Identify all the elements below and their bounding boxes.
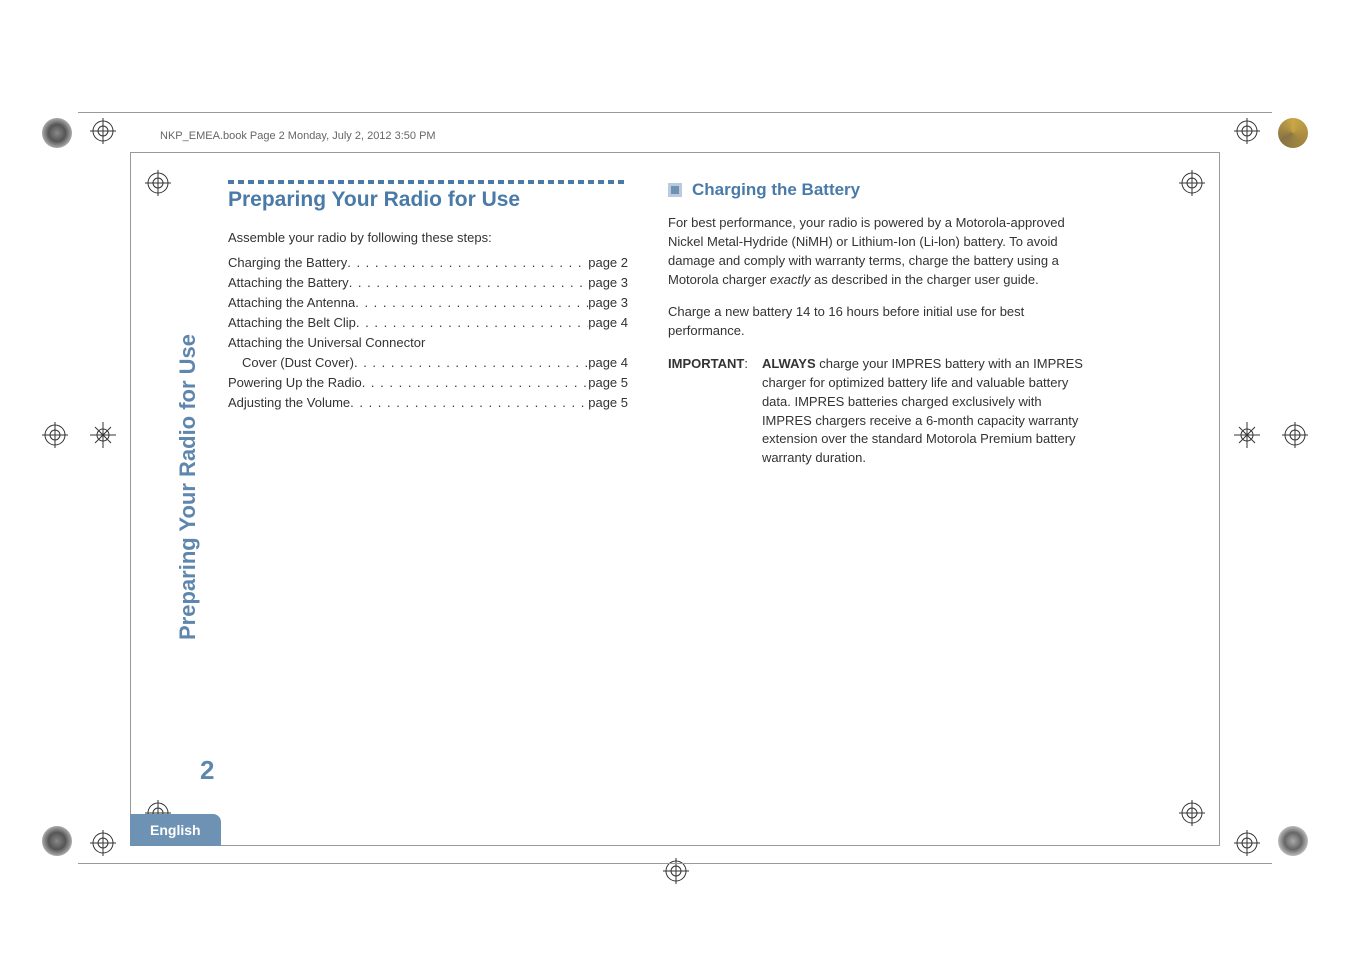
important-label-text: IMPORTANT <box>668 356 744 371</box>
toc-dots: . . . . . . . . . . . . . . . . . . . . … <box>355 295 588 310</box>
toc-row: Powering Up the Radio . . . . . . . . . … <box>228 375 628 390</box>
toc-row: Charging the Battery . . . . . . . . . .… <box>228 255 628 270</box>
important-block: IMPORTANT: ALWAYS charge your IMPRES bat… <box>668 355 1088 468</box>
registration-mark <box>1234 830 1260 856</box>
bottom-crop-line <box>78 863 1272 864</box>
toc-label: Powering Up the Radio <box>228 375 362 390</box>
registration-mark <box>90 118 116 144</box>
color-mark-bottom-right <box>1278 826 1308 856</box>
toc-page: page 5 <box>588 395 628 410</box>
text-emphasis: exactly <box>770 272 810 287</box>
registration-mark <box>42 422 68 448</box>
important-body: ALWAYS charge your IMPRES battery with a… <box>762 355 1088 468</box>
language-tab: English <box>130 814 221 846</box>
toc-dots: . . . . . . . . . . . . . . . . . . . . … <box>354 355 588 370</box>
registration-mark <box>663 858 689 884</box>
toc-page: page 3 <box>588 295 628 310</box>
registration-mark <box>90 422 116 448</box>
toc-label: Cover (Dust Cover) <box>242 355 354 370</box>
top-crop-line <box>78 112 1272 113</box>
subsection-header: Charging the Battery <box>668 180 1088 200</box>
color-mark-top-right <box>1278 118 1308 148</box>
toc-row: Attaching the Battery . . . . . . . . . … <box>228 275 628 290</box>
toc-dots: . . . . . . . . . . . . . . . . . . . . … <box>362 375 589 390</box>
toc-page: page 3 <box>588 275 628 290</box>
toc: Charging the Battery . . . . . . . . . .… <box>228 255 628 410</box>
toc-row: Adjusting the Volume . . . . . . . . . .… <box>228 395 628 410</box>
subsection-title: Charging the Battery <box>692 180 860 200</box>
page-number: 2 <box>200 755 214 786</box>
toc-page: page 4 <box>588 315 628 330</box>
toc-row: Attaching the Belt Clip . . . . . . . . … <box>228 315 628 330</box>
registration-mark <box>1282 422 1308 448</box>
registration-mark <box>1234 118 1260 144</box>
registration-mark <box>1234 422 1260 448</box>
right-column: Charging the Battery For best performanc… <box>668 180 1088 468</box>
color-mark-top-left <box>42 118 72 148</box>
intro-text: Assemble your radio by following these s… <box>228 230 628 245</box>
toc-label: Attaching the Battery <box>228 275 349 290</box>
body-paragraph-1: For best performance, your radio is powe… <box>668 214 1088 289</box>
toc-dots: . . . . . . . . . . . . . . . . . . . . … <box>349 275 589 290</box>
toc-page: page 5 <box>588 375 628 390</box>
toc-label: Attaching the Belt Clip <box>228 315 356 330</box>
toc-row: Attaching the Universal Connector <box>228 335 628 350</box>
section-title: Preparing Your Radio for Use <box>228 188 628 212</box>
toc-dots: . . . . . . . . . . . . . . . . . . . . … <box>356 315 588 330</box>
toc-row: Cover (Dust Cover) . . . . . . . . . . .… <box>228 355 628 370</box>
registration-mark <box>90 830 116 856</box>
running-head: NKP_EMEA.book Page 2 Monday, July 2, 201… <box>160 130 436 142</box>
important-colon: : <box>744 356 748 371</box>
title-rule <box>228 180 628 184</box>
text-span: as described in the charger user guide. <box>810 272 1038 287</box>
toc-label: Adjusting the Volume <box>228 395 350 410</box>
toc-dots: . . . . . . . . . . . . . . . . . . . . … <box>350 395 588 410</box>
toc-page: page 2 <box>588 255 628 270</box>
important-text: charge your IMPRES battery with an IMPRE… <box>762 356 1083 465</box>
important-emphasis: ALWAYS <box>762 356 816 371</box>
vertical-tab-label: Preparing Your Radio for Use <box>175 334 201 640</box>
color-mark-bottom-left <box>42 826 72 856</box>
content-area: Preparing Your Radio for Use Assemble yo… <box>228 180 1200 468</box>
toc-label: Charging the Battery <box>228 255 347 270</box>
toc-label: Attaching the Universal Connector <box>228 335 425 350</box>
toc-dots: . . . . . . . . . . . . . . . . . . . . … <box>347 255 588 270</box>
body-paragraph-2: Charge a new battery 14 to 16 hours befo… <box>668 303 1088 341</box>
important-label: IMPORTANT: <box>668 355 748 468</box>
toc-page: page 4 <box>588 355 628 370</box>
left-column: Preparing Your Radio for Use Assemble yo… <box>228 180 628 468</box>
toc-label: Attaching the Antenna <box>228 295 355 310</box>
toc-row: Attaching the Antenna . . . . . . . . . … <box>228 295 628 310</box>
subsection-marker-icon <box>668 183 682 197</box>
